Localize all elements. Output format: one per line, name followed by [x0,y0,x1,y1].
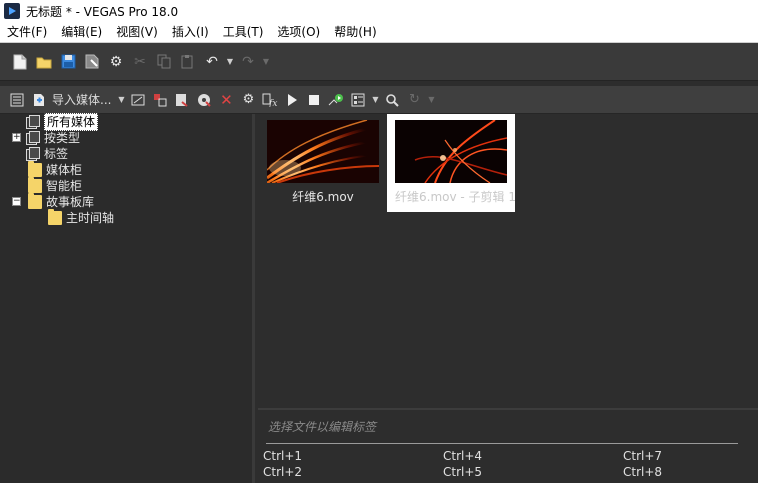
import-media-button[interactable]: 导入媒体... [52,91,111,108]
tag-shortcut: Ctrl+7 [623,449,663,463]
open-folder-icon[interactable] [32,50,56,74]
menu-edit[interactable]: 编辑(E) [54,22,109,43]
title-bar: 无标题 * - VEGAS Pro 18.0 [0,0,758,22]
search-icon[interactable] [381,89,403,111]
view-mode-icon[interactable] [6,89,28,111]
media-tags-pane: 选择文件以编辑标签 Ctrl+1 Ctrl+4 Ctrl+7 Ctrl+2 Ct… [258,410,758,483]
auto-preview-icon[interactable] [325,89,347,111]
menu-help[interactable]: 帮助(H) [327,22,383,43]
tree-label: 故事板库 [46,195,95,209]
views-dropdown-icon[interactable]: ▼ [369,88,381,112]
media-caption: 纤维6.mov [292,190,354,204]
menu-tools[interactable]: 工具(T) [216,22,271,43]
folder-icon [48,209,62,225]
refresh-icon[interactable]: ↻ [403,89,425,111]
menu-view[interactable]: 视图(V) [109,22,165,43]
render-icon[interactable] [80,50,104,74]
undo-icon[interactable]: ↶ [200,50,224,74]
expand-plus-icon[interactable]: + [12,133,21,142]
play-icon[interactable] [281,89,303,111]
media-bin-icon [26,115,40,129]
capture-icon[interactable] [127,89,149,111]
media-bin-icon [26,147,40,161]
folder-icon [28,161,42,177]
tag-input-line[interactable] [266,443,738,444]
folder-icon [28,177,42,193]
media-bin-icon [26,131,40,145]
get-media-icon[interactable] [149,89,171,111]
menu-bar: 文件(F) 编辑(E) 视图(V) 插入(I) 工具(T) 选项(O) 帮助(H… [0,22,758,43]
tree-node-tags[interactable]: 标签 [26,146,68,162]
tree-node-media-bin[interactable]: 媒体柜 [28,161,83,178]
redo-icon[interactable]: ↷ [236,50,260,74]
new-file-icon[interactable] [8,50,32,74]
media-caption: 纤维6.mov - 子剪辑 1 [395,190,516,204]
tree-label: 按类型 [44,131,81,145]
paste-icon[interactable] [176,50,200,74]
main-toolbar: ⚙ ✂ ↶ ▼ ↷ ▼ [0,43,758,81]
tree-label: 媒体柜 [46,163,83,177]
media-fx-icon[interactable]: fx [259,89,281,111]
tag-shortcut: Ctrl+5 [443,465,483,479]
tag-shortcut: Ctrl+2 [263,465,303,479]
collapse-minus-icon[interactable]: − [12,197,21,206]
tag-shortcut: Ctrl+8 [623,465,663,479]
cut-icon[interactable]: ✂ [128,50,152,74]
menu-file[interactable]: 文件(F) [0,22,54,43]
settings-gear-icon[interactable]: ⚙ [104,50,128,74]
import-media-icon[interactable] [28,89,50,111]
web-media-icon[interactable] [171,89,193,111]
tree-node-main-timeline[interactable]: 主时间轴 [48,209,115,226]
media-content-area: 纤维6.mov 纤维6.mov - 子剪辑 1 [258,114,758,410]
tree-node-smart-bin[interactable]: 智能柜 [28,177,83,194]
tree-label: 主时间轴 [66,211,115,225]
video-thumbnail [395,120,507,183]
media-item-selected[interactable]: 纤维6.mov - 子剪辑 1 [387,114,516,212]
menu-options[interactable]: 选项(O) [270,22,327,43]
tag-shortcut: Ctrl+4 [443,449,483,463]
tree-label: 标签 [44,147,69,161]
stop-icon[interactable] [303,89,325,111]
copy-icon[interactable] [152,50,176,74]
redo-history-icon[interactable]: ▼ [260,50,272,74]
media-properties-icon[interactable]: ⚙ [237,89,259,111]
media-bins-tree: 所有媒体 + 按类型 标签 媒体柜 智能柜 − 故事板库 主时间轴 [0,113,255,483]
media-item[interactable]: 纤维6.mov [267,120,379,205]
window-title: 无标题 * - VEGAS Pro 18.0 [26,4,179,19]
tree-node-all-media[interactable]: 所有媒体 [26,113,99,131]
folder-icon [28,193,42,209]
tag-shortcut: Ctrl+1 [263,449,303,463]
views-icon[interactable] [347,89,369,111]
extract-audio-icon[interactable] [193,89,215,111]
tag-hint-text: 选择文件以编辑标签 [268,420,377,434]
tree-label: 所有媒体 [44,113,99,131]
menu-insert[interactable]: 插入(I) [165,22,216,43]
tree-label: 智能柜 [46,179,83,193]
tree-node-storyboard-bin[interactable]: 故事板库 [28,193,95,210]
tree-node-by-type[interactable]: 按类型 [26,130,80,146]
remove-media-icon[interactable]: ✕ [215,89,237,111]
save-icon[interactable] [56,50,80,74]
vegas-app-icon [4,3,20,19]
refresh-dropdown-icon[interactable]: ▼ [425,88,437,112]
media-toolbar: 导入媒体... ▼ ✕ ⚙ fx ▼ ↻ ▼ [0,86,758,114]
svg-text:fx: fx [268,99,277,107]
import-dropdown-icon[interactable]: ▼ [115,88,127,112]
undo-history-icon[interactable]: ▼ [224,50,236,74]
video-thumbnail [267,120,379,183]
